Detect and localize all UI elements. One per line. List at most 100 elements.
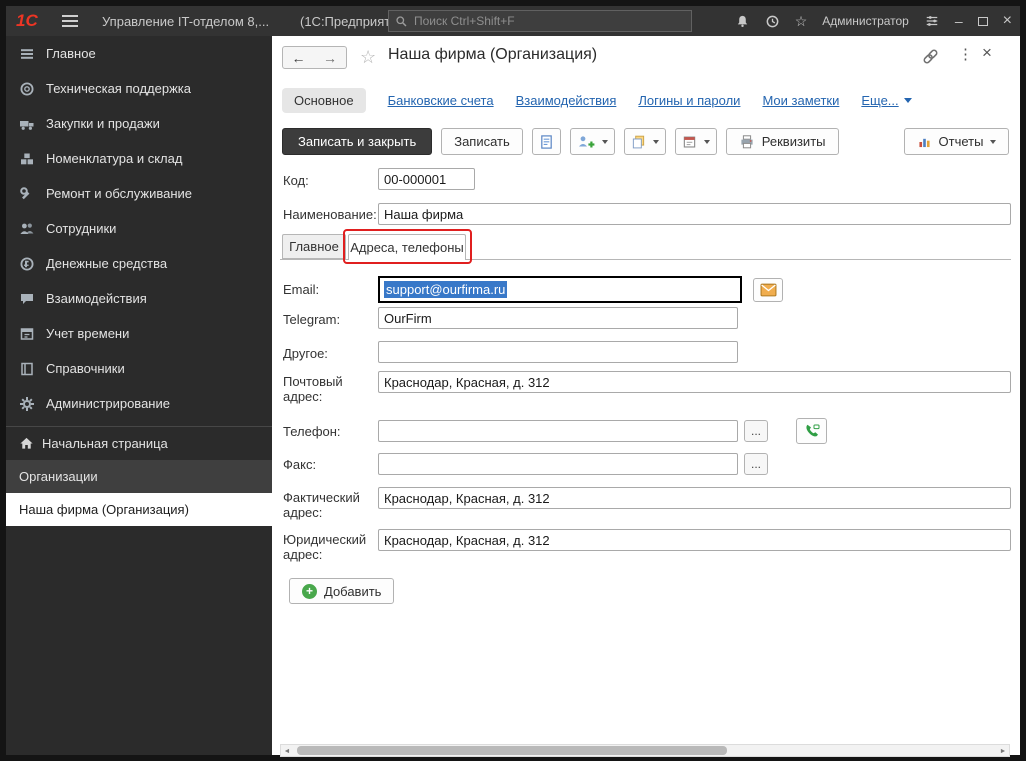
call-button[interactable] xyxy=(796,418,827,444)
email-input[interactable]: support@ourfirma.ru xyxy=(378,276,742,303)
phone-icon xyxy=(804,423,820,439)
sidebar-item-main[interactable]: Главное xyxy=(6,36,272,71)
support-icon xyxy=(19,81,35,97)
sidebar-item-label: Учет времени xyxy=(46,326,129,341)
phone-input[interactable] xyxy=(378,420,738,442)
sidebar-item-home-page[interactable]: Начальная страница xyxy=(6,427,272,460)
telegram-input[interactable] xyxy=(378,307,738,329)
sidebar-item-label: Администрирование xyxy=(46,396,170,411)
horizontal-scrollbar[interactable]: ◄ ► xyxy=(280,744,1010,757)
tab-addresses-phones[interactable]: Адреса, телефоны xyxy=(348,234,466,260)
sidebar-item-label: Номенклатура и склад xyxy=(46,151,182,166)
other-input[interactable] xyxy=(378,341,738,363)
window-tab-label: Начальная страница xyxy=(42,436,168,451)
send-email-button[interactable] xyxy=(753,278,783,302)
nav-link-interactions[interactable]: Взаимодействия xyxy=(516,93,617,108)
actual-address-input[interactable] xyxy=(378,487,1011,509)
add-contact-split-button[interactable] xyxy=(570,128,615,155)
postal-address-input[interactable] xyxy=(378,371,1011,393)
reports-split-button[interactable]: Отчеты xyxy=(904,128,1010,155)
purchases-icon xyxy=(19,116,35,132)
tab-main[interactable]: Главное xyxy=(282,234,346,259)
scroll-right-arrow-icon[interactable]: ► xyxy=(997,746,1009,757)
phone-select-button[interactable]: ... xyxy=(744,420,768,442)
fax-select-button[interactable]: ... xyxy=(744,453,768,475)
scrollbar-thumb[interactable] xyxy=(297,746,727,755)
sidebar-item-tech-support[interactable]: Техническая поддержка xyxy=(6,71,272,106)
save-button[interactable]: Записать xyxy=(441,128,523,155)
selected-text: support@ourfirma.ru xyxy=(384,281,507,298)
fax-label: Факс: xyxy=(283,457,377,472)
envelope-icon xyxy=(760,283,777,297)
requisites-button[interactable]: Реквизиты xyxy=(726,128,839,155)
window-tab-label: Организации xyxy=(19,469,98,484)
more-actions-kebab-icon[interactable]: ⋮ xyxy=(958,45,973,63)
close-form-icon[interactable]: × xyxy=(982,43,992,63)
legal-address-input[interactable] xyxy=(378,529,1011,551)
chevron-down-icon xyxy=(904,98,912,103)
history-icon[interactable] xyxy=(765,14,780,29)
document-button[interactable] xyxy=(532,128,561,155)
current-user[interactable]: Администратор xyxy=(822,14,909,28)
sidebar-item-interactions[interactable]: Взаимодействия xyxy=(6,281,272,316)
maximize-button[interactable] xyxy=(978,17,988,26)
sidebar-item-our-firm[interactable]: Наша фирма (Организация) xyxy=(6,493,272,526)
nav-link-more[interactable]: Еще... xyxy=(861,93,911,108)
1c-logo: 1С xyxy=(16,11,38,31)
chevron-down-icon xyxy=(990,140,996,144)
nav-link-logins-passwords[interactable]: Логины и пароли xyxy=(638,93,740,108)
printer-icon xyxy=(739,134,755,150)
sidebar-item-organizations[interactable]: Организации xyxy=(6,460,272,493)
sidebar-item-purchases[interactable]: Закупки и продажи xyxy=(6,106,272,141)
sidebar-item-catalogs[interactable]: Справочники xyxy=(6,351,272,386)
global-search-input[interactable]: Поиск Ctrl+Shift+F xyxy=(388,10,692,32)
fax-input[interactable] xyxy=(378,453,738,475)
name-input[interactable] xyxy=(378,203,1011,225)
window-tab-label: Наша фирма (Организация) xyxy=(19,502,189,517)
nav-tab-main[interactable]: Основное xyxy=(282,88,366,113)
administration-icon xyxy=(19,396,35,412)
copy-link-icon[interactable] xyxy=(922,48,939,70)
minimize-button[interactable]: – xyxy=(955,13,963,29)
search-icon xyxy=(395,15,408,28)
sidebar-item-employees[interactable]: Сотрудники xyxy=(6,211,272,246)
sidebar-item-label: Сотрудники xyxy=(46,221,116,236)
copy-icon xyxy=(631,134,646,150)
copy-split-button[interactable] xyxy=(624,128,666,155)
back-button[interactable]: ← xyxy=(282,46,315,69)
document-icon xyxy=(539,134,554,150)
nav-link-more-label: Еще... xyxy=(861,93,898,108)
add-person-icon xyxy=(577,134,595,150)
hamburger-menu-icon[interactable] xyxy=(62,15,78,27)
close-window-button[interactable]: × xyxy=(1003,12,1012,30)
sidebar-item-administration[interactable]: Администрирование xyxy=(6,386,272,421)
nav-link-bank-accounts[interactable]: Банковские счета xyxy=(388,93,494,108)
other-label: Другое: xyxy=(283,346,377,361)
favorites-star-icon[interactable]: ☆ xyxy=(795,13,808,30)
interactions-icon xyxy=(19,291,35,307)
nav-link-my-notes[interactable]: Мои заметки xyxy=(762,93,839,108)
service-menu-icon[interactable] xyxy=(924,14,940,28)
code-input[interactable] xyxy=(378,168,475,190)
sidebar-item-repair[interactable]: Ремонт и обслуживание xyxy=(6,176,272,211)
calendar-split-button[interactable] xyxy=(675,128,717,155)
money-icon xyxy=(19,256,35,272)
scroll-left-arrow-icon[interactable]: ◄ xyxy=(281,746,293,757)
app-window: 1С Управление IT-отделом 8,... (1С:Предп… xyxy=(0,0,1026,761)
search-placeholder: Поиск Ctrl+Shift+F xyxy=(414,14,515,28)
repair-icon xyxy=(19,186,35,202)
sidebar-item-money[interactable]: Денежные средства xyxy=(6,246,272,281)
forward-button[interactable]: → xyxy=(314,46,347,69)
save-and-close-button[interactable]: Записать и закрыть xyxy=(282,128,432,155)
sidebar-item-time-tracking[interactable]: Учет времени xyxy=(6,316,272,351)
notifications-bell-icon[interactable] xyxy=(735,14,750,29)
calendar-icon xyxy=(682,134,697,150)
sidebar-item-stock[interactable]: Номенклатура и склад xyxy=(6,141,272,176)
reports-label: Отчеты xyxy=(939,134,984,149)
favorite-star-icon[interactable]: ☆ xyxy=(360,47,376,68)
add-button[interactable]: + Добавить xyxy=(289,578,394,604)
form-toolbar: Записать и закрыть Записать Реквизиты xyxy=(282,128,1009,155)
plus-icon: + xyxy=(302,584,317,599)
employees-icon xyxy=(19,221,35,237)
sidebar-item-label: Ремонт и обслуживание xyxy=(46,186,192,201)
